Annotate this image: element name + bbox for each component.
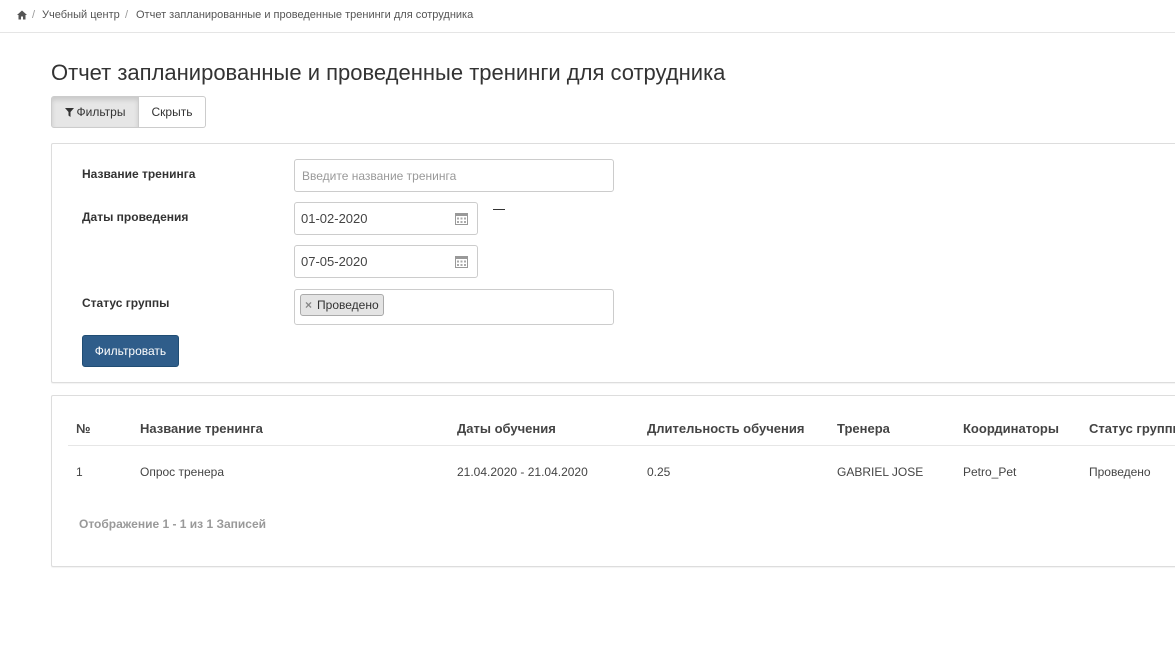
column-header-training-name[interactable]: Название тренинга bbox=[140, 421, 263, 436]
cell-number: 1 bbox=[76, 465, 83, 479]
results-panel: № Название тренинга Даты обучения Длител… bbox=[51, 395, 1175, 567]
training-name-label: Название тренинга bbox=[82, 167, 196, 181]
cell-coordinators: Petro_Pet bbox=[963, 465, 1017, 479]
date-from-field[interactable] bbox=[294, 202, 478, 235]
date-to-field[interactable] bbox=[294, 245, 478, 278]
training-name-input[interactable] bbox=[294, 159, 614, 192]
column-header-duration[interactable]: Длительность обучения bbox=[647, 421, 804, 436]
breadcrumb: / Учебный центр / Отчет запланированные … bbox=[0, 0, 1175, 33]
column-header-group-status[interactable]: Статус группы bbox=[1089, 421, 1175, 436]
breadcrumb-item-training-center[interactable]: Учебный центр bbox=[42, 9, 120, 21]
breadcrumb-separator: / bbox=[32, 9, 36, 21]
column-header-coordinators[interactable]: Координаторы bbox=[963, 421, 1059, 436]
table-header-divider bbox=[68, 445, 1175, 446]
calendar-icon[interactable] bbox=[455, 212, 468, 225]
apply-filter-button[interactable]: Фильтровать bbox=[82, 335, 179, 367]
page-title: Отчет запланированные и проведенные трен… bbox=[51, 60, 726, 85]
group-status-select[interactable]: × Проведено bbox=[294, 289, 614, 325]
date-to-input[interactable] bbox=[301, 254, 441, 269]
table-info: Отображение 1 - 1 из 1 Записей bbox=[79, 517, 267, 531]
cell-training-dates: 21.04.2020 - 21.04.2020 bbox=[457, 465, 588, 479]
hide-button[interactable]: Скрыть bbox=[139, 96, 206, 128]
filter-icon bbox=[64, 107, 74, 117]
status-tag-label: Проведено bbox=[317, 298, 379, 312]
remove-tag-icon[interactable]: × bbox=[305, 298, 312, 312]
filters-button[interactable]: Фильтры bbox=[51, 96, 139, 128]
dates-label: Даты проведения bbox=[82, 210, 189, 224]
cell-duration: 0.25 bbox=[647, 465, 671, 479]
status-tag: × Проведено bbox=[300, 294, 384, 316]
date-range-separator bbox=[493, 209, 505, 210]
filter-toggle-group: Фильтры Скрыть bbox=[51, 96, 206, 128]
column-header-trainers[interactable]: Тренера bbox=[837, 421, 890, 436]
filter-panel: Название тренинга Даты проведения Статус… bbox=[51, 143, 1175, 383]
date-from-input[interactable] bbox=[301, 211, 441, 226]
cell-trainer: GABRIEL JOSE bbox=[837, 465, 924, 479]
filters-button-label: Фильтры bbox=[76, 105, 126, 119]
group-status-label: Статус группы bbox=[82, 296, 170, 310]
breadcrumb-item-current: Отчет запланированные и проведенные трен… bbox=[136, 9, 474, 21]
column-header-number[interactable]: № bbox=[76, 421, 91, 436]
cell-group-status: Проведено bbox=[1089, 465, 1151, 479]
cell-training-name: Опрос тренера bbox=[140, 465, 225, 479]
home-icon[interactable] bbox=[17, 10, 27, 20]
column-header-training-dates[interactable]: Даты обучения bbox=[457, 421, 556, 436]
breadcrumb-separator: / bbox=[125, 9, 129, 21]
calendar-icon[interactable] bbox=[455, 255, 468, 268]
